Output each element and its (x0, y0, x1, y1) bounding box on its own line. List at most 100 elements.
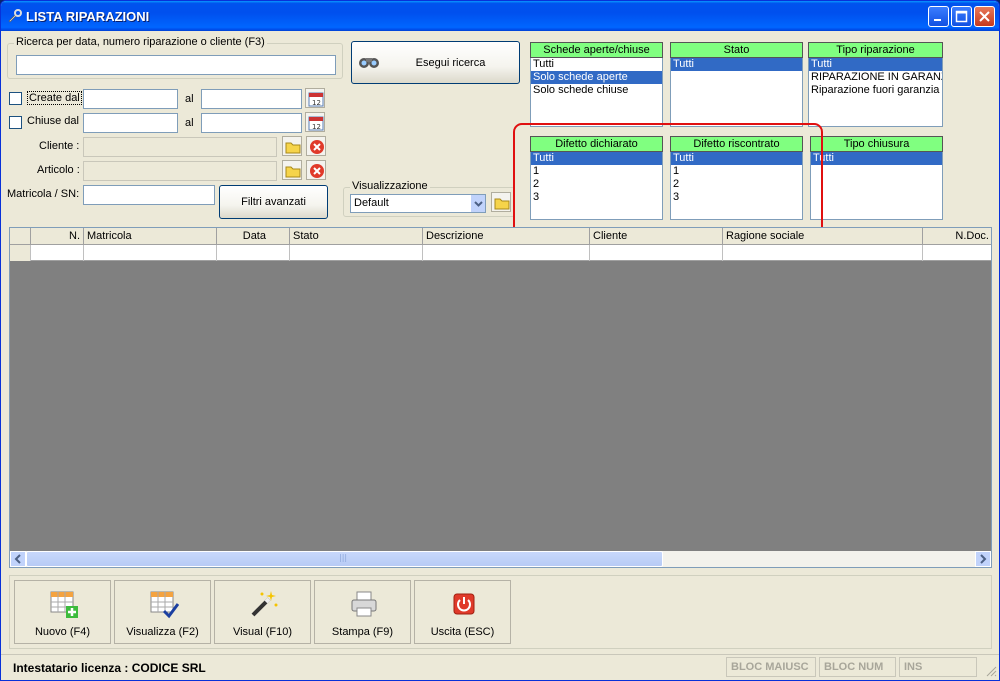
uscita-label: Uscita (ESC) (430, 626, 495, 638)
tipo-chiusura-list[interactable]: Tipo chiusura Tutti (810, 136, 943, 220)
magic-wand-icon (251, 591, 278, 617)
chiuse-calendar-button[interactable]: 12 (305, 112, 325, 132)
list-item[interactable]: 3 (531, 191, 662, 204)
maximize-button[interactable] (951, 6, 972, 27)
uscita-button[interactable]: Uscita (ESC) (414, 580, 511, 644)
maximize-icon (955, 10, 968, 23)
delete-icon (310, 164, 324, 178)
table-cell[interactable] (423, 245, 590, 261)
stato-header: Stato (670, 42, 803, 58)
grid-column-header[interactable]: N. (31, 228, 84, 245)
cliente-browse-button[interactable] (282, 136, 302, 156)
difetto-dichiarato-list[interactable]: Difetto dichiarato Tutti 1 2 3 (530, 136, 663, 220)
repairs-grid[interactable]: N. Matricola Data Stato Descrizione Clie… (9, 227, 992, 568)
calendar-icon-text: 12 (312, 99, 321, 107)
list-item[interactable]: Tutti (671, 152, 802, 165)
table-cell[interactable] (290, 245, 423, 261)
visualizzazione-folder-button[interactable] (491, 192, 511, 212)
table-cell[interactable] (590, 245, 723, 261)
list-item[interactable]: Tutti (811, 152, 942, 165)
chiuse-from-field[interactable] (83, 113, 178, 133)
row-selector[interactable] (10, 245, 31, 261)
title-bar[interactable]: LISTA RIPARAZIONI (1, 1, 999, 31)
articolo-browse-button[interactable] (282, 160, 302, 180)
folder-icon (285, 166, 301, 178)
wrench-icon (8, 9, 22, 23)
minimize-button[interactable] (928, 6, 949, 27)
tipo-chiusura-header: Tipo chiusura (810, 136, 943, 152)
search-button[interactable]: Esegui ricerca (351, 41, 520, 84)
schede-list[interactable]: Schede aperte/chiuse Tutti Solo schede a… (530, 42, 663, 127)
list-item[interactable]: 1 (531, 165, 662, 178)
articolo-clear-button[interactable] (306, 160, 326, 180)
num-lock-indicator: BLOC NUM (819, 657, 896, 677)
list-item[interactable]: RIPARAZIONE IN GARANZ (809, 71, 942, 84)
table-cell[interactable] (31, 245, 84, 261)
grid-column-header[interactable]: Stato (290, 228, 423, 245)
grid-column-header[interactable]: Matricola (84, 228, 217, 245)
list-item[interactable]: 1 (671, 165, 802, 178)
nuovo-label: Nuovo (F4) (34, 626, 91, 638)
cliente-clear-button[interactable] (306, 136, 326, 156)
difetto-riscontrato-list[interactable]: Difetto riscontrato Tutti 1 2 3 (670, 136, 803, 220)
minimize-icon (934, 19, 941, 21)
search-button-label: Esegui ricerca (415, 57, 486, 69)
table-cell[interactable] (217, 245, 290, 261)
power-icon (453, 593, 475, 615)
visualizzazione-label: Visualizzazione (350, 180, 430, 192)
chiuse-al-label: al (185, 117, 194, 129)
list-item[interactable]: 2 (531, 178, 662, 191)
scroll-grip: ||| (339, 553, 348, 562)
create-checkbox[interactable] (9, 92, 22, 105)
create-al-label: al (185, 93, 194, 105)
visualizza-button[interactable]: Visualizza (F2) (114, 580, 211, 644)
visual-label: Visual (F10) (232, 626, 293, 638)
grid-column-header[interactable]: Descrizione (423, 228, 590, 245)
create-from-field[interactable] (83, 89, 178, 109)
grid-column-header[interactable]: Cliente (590, 228, 723, 245)
list-item[interactable]: Solo schede chiuse (531, 84, 662, 97)
list-item[interactable]: Tutti (531, 58, 662, 71)
list-item[interactable]: Riparazione fuori garanzia (809, 84, 942, 97)
create-to-field[interactable] (201, 89, 302, 109)
scroll-right-button[interactable] (975, 551, 991, 567)
calendar-icon: 12 (308, 92, 324, 107)
scroll-left-button[interactable] (10, 551, 26, 567)
table-cell[interactable] (723, 245, 923, 261)
list-item[interactable]: Tutti (671, 58, 802, 71)
list-item[interactable]: Solo schede aperte (531, 71, 662, 84)
license-text: Intestatario licenza : CODICE SRL (13, 661, 206, 675)
dropdown-button[interactable] (470, 195, 485, 212)
matricola-field[interactable] (83, 185, 215, 205)
grid-column-header[interactable]: Data (217, 228, 290, 245)
nuovo-button[interactable]: Nuovo (F4) (14, 580, 111, 644)
grid-column-header[interactable]: N.Doc. (923, 228, 991, 245)
search-input[interactable] (16, 55, 336, 75)
stato-list[interactable]: Stato Tutti (670, 42, 803, 127)
close-button[interactable] (974, 6, 995, 27)
chiuse-to-field[interactable] (201, 113, 302, 133)
chiuse-checkbox[interactable] (9, 116, 22, 129)
list-item[interactable]: 3 (671, 191, 802, 204)
tipo-riparazione-list[interactable]: Tipo riparazione Tutti RIPARAZIONE IN GA… (808, 42, 943, 127)
list-item[interactable]: Tutti (531, 152, 662, 165)
table-cell[interactable] (84, 245, 217, 261)
list-item[interactable]: Tutti (809, 58, 942, 71)
cliente-field (83, 137, 277, 157)
visual-button[interactable]: Visual (F10) (214, 580, 311, 644)
visualizza-label: Visualizza (F2) (126, 626, 199, 638)
table-row[interactable] (10, 245, 991, 261)
calendar-icon: 12 (308, 116, 324, 131)
create-calendar-button[interactable]: 12 (305, 88, 325, 108)
grid-column-header[interactable]: Ragione sociale (723, 228, 923, 245)
stampa-button[interactable]: Stampa (F9) (314, 580, 411, 644)
chevron-left-icon (14, 554, 21, 564)
list-item[interactable]: 2 (671, 178, 802, 191)
chiuse-label: Chiuse dal (27, 115, 79, 127)
advanced-filters-button[interactable]: Filtri avanzati (219, 185, 328, 219)
horizontal-scrollbar[interactable]: ||| (10, 551, 991, 567)
scroll-thumb[interactable]: ||| (26, 551, 663, 567)
visualizzazione-select[interactable]: Default (350, 194, 486, 213)
resize-grip-icon[interactable] (985, 665, 997, 677)
grid-column-header[interactable] (10, 228, 31, 245)
